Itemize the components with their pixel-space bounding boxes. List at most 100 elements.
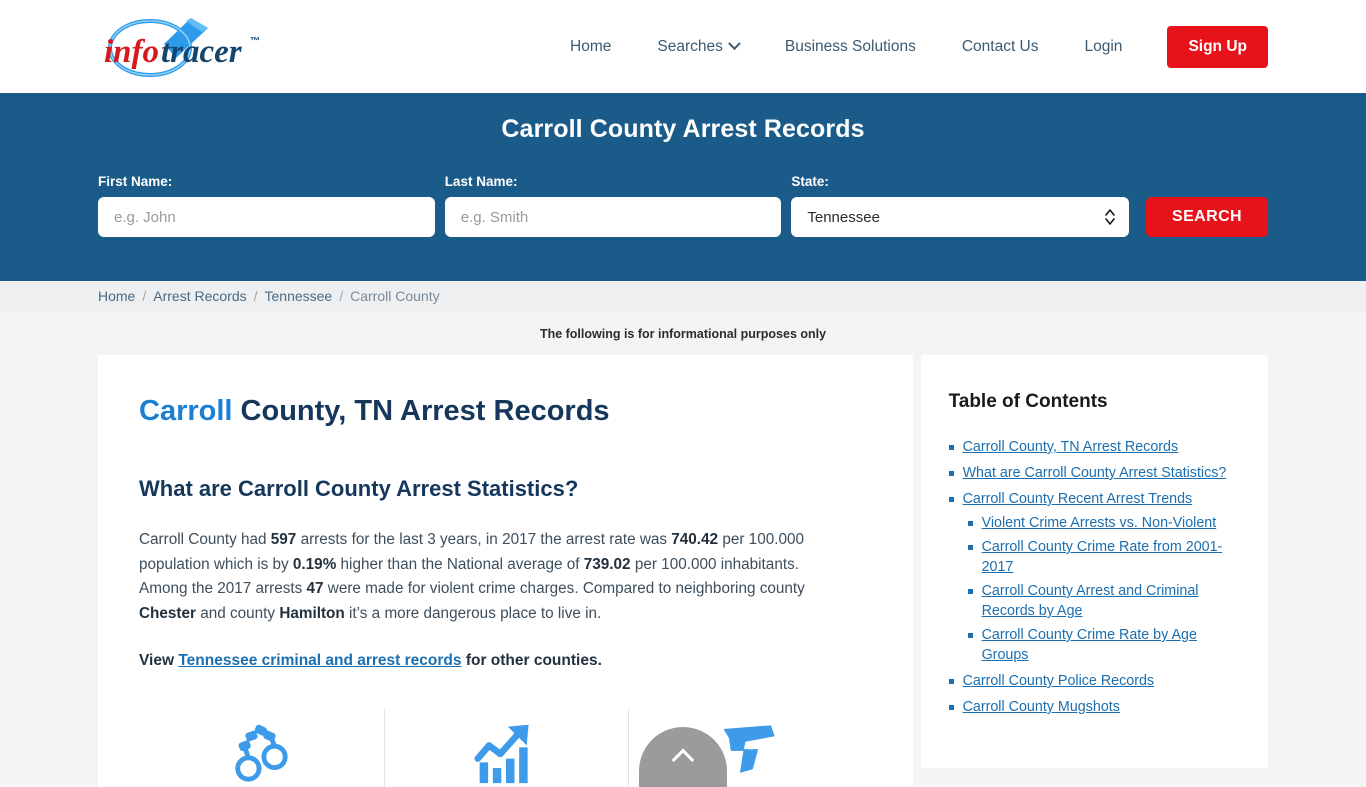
sign-up-button[interactable]: Sign Up bbox=[1167, 25, 1268, 68]
toc-row: Carroll County Recent Arrest Trends bbox=[948, 487, 1240, 511]
search-banner: Carroll County Arrest Records First Name… bbox=[0, 93, 1366, 281]
toc-row: Carroll County Police Records bbox=[948, 669, 1240, 693]
nav-item-contact-us[interactable]: Contact Us bbox=[939, 39, 1062, 55]
nav-item-label: Contact Us bbox=[961, 37, 1039, 55]
par-county-chester: Chester bbox=[139, 604, 196, 622]
par-county-hamilton: Hamilton bbox=[279, 604, 345, 622]
toc-list: Carroll County, TN Arrest Records What a… bbox=[948, 435, 1240, 719]
page-title-rest: County, TN Arrest Records bbox=[232, 395, 610, 427]
bullet-icon bbox=[948, 679, 954, 684]
last-name-field-group: Last Name: bbox=[444, 174, 782, 237]
main-navigation: Home Searches Business Solutions Contact… bbox=[547, 25, 1268, 68]
search-form: First Name: Last Name: State: SEARCH bbox=[98, 174, 1268, 237]
nav-item-label: Business Solutions bbox=[784, 37, 916, 55]
svg-text:tracer: tracer bbox=[161, 34, 243, 70]
banner-title: Carroll County Arrest Records bbox=[501, 115, 865, 143]
toc-title: Table of Contents bbox=[948, 391, 1108, 412]
toc-row: Carroll County, TN Arrest Records bbox=[948, 435, 1240, 459]
toc-link-crime-rate-by-age-groups[interactable]: Carroll County Crime Rate by Age Groups bbox=[982, 625, 1240, 665]
icon-cell-arrests bbox=[139, 708, 384, 787]
main-content-card: Carroll County, TN Arrest Records What a… bbox=[98, 355, 913, 787]
toc-subitem: Violent Crime Arrests vs. Non-Violent bbox=[967, 511, 1240, 535]
breadcrumb-separator: / bbox=[253, 288, 258, 304]
toc-item: What are Carroll County Arrest Statistic… bbox=[948, 461, 1240, 485]
bullet-icon bbox=[948, 705, 954, 710]
toc-link-mugshots[interactable]: Carroll County Mugshots bbox=[963, 697, 1120, 717]
toc-subitem: Carroll County Arrest and Criminal Recor… bbox=[967, 579, 1240, 623]
bullet-icon bbox=[948, 445, 954, 450]
breadcrumb-item-arrest-records[interactable]: Arrest Records bbox=[153, 288, 246, 304]
nav-item-label: Searches bbox=[657, 37, 723, 55]
view-other-counties-line: View Tennessee criminal and arrest recor… bbox=[139, 652, 873, 670]
bullet-icon bbox=[967, 521, 973, 526]
toc-item: Carroll County Recent Arrest Trends Viol… bbox=[948, 487, 1240, 667]
toc-link-arrest-statistics[interactable]: What are Carroll County Arrest Statistic… bbox=[963, 463, 1227, 483]
first-name-input[interactable] bbox=[98, 197, 435, 237]
toc-subitem: Carroll County Crime Rate from 2001-2017 bbox=[967, 535, 1240, 579]
infotracer-logo[interactable]: info tracer ™ bbox=[98, 14, 268, 80]
svg-text:™: ™ bbox=[250, 36, 260, 47]
par-text: were made for violent crime charges. Com… bbox=[323, 580, 805, 598]
state-label: State: bbox=[791, 174, 829, 189]
bullet-icon bbox=[967, 633, 973, 638]
par-stat-percent: 0.19% bbox=[292, 555, 337, 573]
nav-item-searches[interactable]: Searches bbox=[634, 37, 761, 55]
par-text: Carroll County had bbox=[139, 531, 271, 549]
site-header: info tracer ™ Home Searches Business Sol… bbox=[0, 0, 1366, 93]
chevron-down-icon bbox=[727, 37, 741, 51]
nav-item-home[interactable]: Home bbox=[547, 39, 634, 55]
toc-item: Carroll County Police Records bbox=[948, 669, 1240, 693]
bullet-icon bbox=[948, 471, 954, 476]
breadcrumb: Home / Arrest Records / Tennessee / Carr… bbox=[0, 281, 1366, 311]
state-select-wrapper bbox=[791, 197, 1130, 237]
toc-row: Carroll County Crime Rate from 2001-2017 bbox=[967, 535, 1240, 579]
nav-item-business-solutions[interactable]: Business Solutions bbox=[762, 39, 939, 55]
par-text: it’s a more dangerous place to live in. bbox=[344, 604, 602, 622]
par-text: arrests for the last 3 years, in 2017 th… bbox=[296, 531, 672, 549]
toc-link-arrest-records[interactable]: Carroll County, TN Arrest Records bbox=[963, 437, 1179, 457]
icon-cell-trends bbox=[383, 708, 629, 787]
logo-graphic: info tracer ™ bbox=[104, 17, 260, 77]
nav-item-label: Login bbox=[1084, 37, 1123, 55]
handcuffs-icon bbox=[235, 725, 288, 782]
toc-link-crime-rate-2001-2017[interactable]: Carroll County Crime Rate from 2001-2017 bbox=[982, 537, 1240, 577]
informational-notice: The following is for informational purpo… bbox=[539, 327, 827, 341]
stats-icon-strip bbox=[139, 708, 873, 787]
breadcrumb-item-carroll-county: Carroll County bbox=[350, 288, 440, 304]
toc-row: What are Carroll County Arrest Statistic… bbox=[948, 461, 1240, 485]
last-name-input[interactable] bbox=[444, 197, 782, 237]
last-name-label: Last Name: bbox=[444, 174, 518, 189]
toc-link-recent-arrest-trends[interactable]: Carroll County Recent Arrest Trends bbox=[963, 489, 1193, 509]
section-heading-statistics: What are Carroll County Arrest Statistic… bbox=[139, 476, 579, 502]
bullet-icon bbox=[967, 589, 973, 594]
breadcrumb-separator: / bbox=[339, 288, 344, 304]
toc-link-police-records[interactable]: Carroll County Police Records bbox=[963, 671, 1155, 691]
breadcrumb-item-tennessee[interactable]: Tennessee bbox=[265, 288, 333, 304]
par-stat-violent: 47 bbox=[306, 580, 324, 598]
search-button[interactable]: SEARCH bbox=[1146, 197, 1268, 237]
toc-sublist: Violent Crime Arrests vs. Non-Violent Ca… bbox=[949, 511, 1240, 667]
toc-link-violent-vs-nonviolent[interactable]: Violent Crime Arrests vs. Non-Violent bbox=[982, 513, 1217, 533]
first-name-label: First Name: bbox=[98, 174, 173, 189]
nav-item-login[interactable]: Login bbox=[1062, 39, 1146, 55]
par-stat-arrest-rate: 740.42 bbox=[671, 531, 719, 549]
bullet-icon bbox=[948, 497, 954, 502]
toc-row: Carroll County Arrest and Criminal Recor… bbox=[967, 579, 1240, 623]
state-select[interactable] bbox=[791, 197, 1130, 237]
table-of-contents-card: Table of Contents Carroll County, TN Arr… bbox=[920, 355, 1268, 768]
tennessee-records-link[interactable]: Tennessee criminal and arrest records bbox=[178, 652, 461, 669]
par-stat-national-avg: 739.02 bbox=[583, 555, 631, 573]
par-text: higher than the National average of bbox=[336, 555, 584, 573]
toc-item: Carroll County, TN Arrest Records bbox=[948, 435, 1240, 459]
par-stat-arrests: 597 bbox=[270, 531, 297, 549]
state-field-group: State: bbox=[791, 174, 1130, 237]
gun-icon bbox=[723, 725, 775, 774]
nav-item-label: Home bbox=[570, 37, 612, 55]
breadcrumb-item-home[interactable]: Home bbox=[98, 288, 135, 304]
toc-row: Carroll County Mugshots bbox=[948, 695, 1240, 719]
breadcrumb-separator: / bbox=[142, 288, 147, 304]
toc-link-records-by-age[interactable]: Carroll County Arrest and Criminal Recor… bbox=[982, 581, 1240, 621]
statistics-paragraph: Carroll County had 597 arrests for the l… bbox=[139, 528, 844, 626]
page-body: The following is for informational purpo… bbox=[0, 311, 1366, 787]
page-title: Carroll County, TN Arrest Records bbox=[139, 395, 873, 428]
